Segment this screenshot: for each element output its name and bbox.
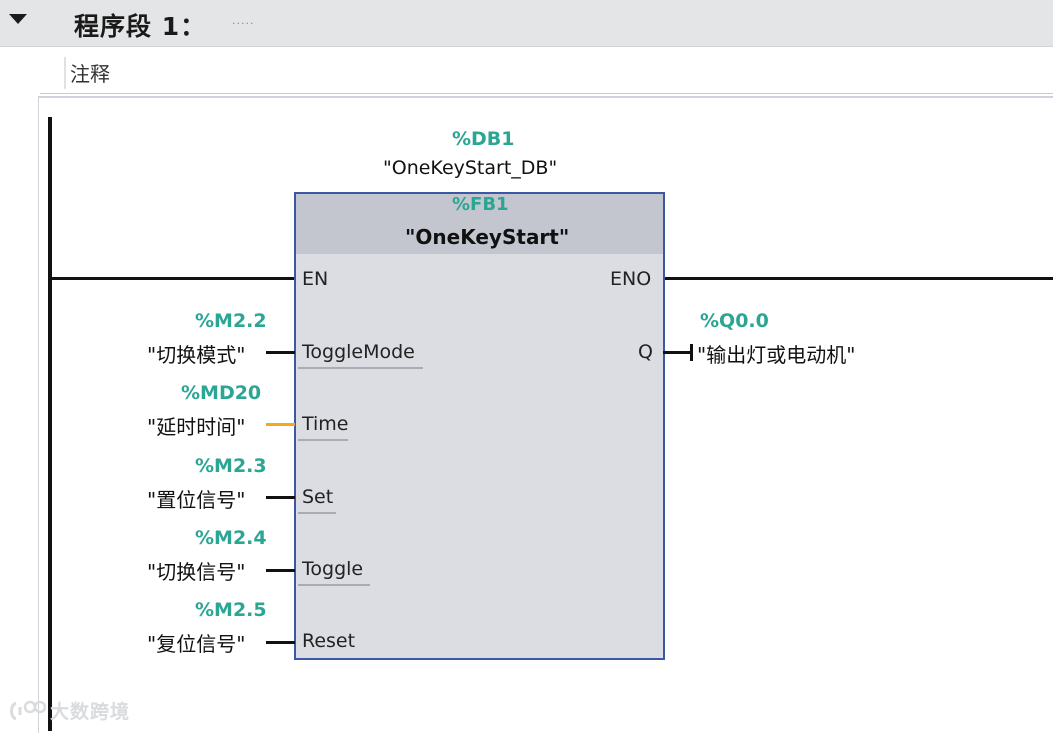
left-power-rail <box>48 117 52 731</box>
pin-set-underline <box>298 512 336 514</box>
pin-en[interactable]: EN <box>302 268 328 290</box>
network-comment-box[interactable] <box>40 53 1053 94</box>
comment-divider <box>64 57 66 89</box>
instance-db-address[interactable]: %DB1 <box>452 128 515 150</box>
input-symbol-set[interactable]: "置位信号" <box>147 484 245 513</box>
pin-eno[interactable]: ENO <box>610 268 651 290</box>
set-wire[interactable] <box>266 496 295 499</box>
input-address-reset[interactable]: %M2.5 <box>195 599 267 621</box>
output-symbol-q[interactable]: "输出灯或电动机" <box>697 339 855 368</box>
pin-reset[interactable]: Reset <box>302 630 355 652</box>
network-title: 程序段 1： <box>74 12 207 41</box>
watermark: 大数跨境 <box>8 697 130 724</box>
instance-db-name[interactable]: "OneKeyStart_DB" <box>383 157 557 179</box>
pin-toggle-underline <box>298 584 370 586</box>
collapse-triangle-icon[interactable] <box>9 14 27 24</box>
input-address-togglemode[interactable]: %M2.2 <box>195 310 267 332</box>
pin-time-underline <box>298 439 348 441</box>
network-title-field[interactable]: ..... <box>232 14 254 27</box>
input-symbol-toggle[interactable]: "切换信号" <box>147 556 245 585</box>
network-comment[interactable]: 注释 <box>70 58 110 87</box>
watermark-text: 大数跨境 <box>50 701 131 723</box>
pin-toggle[interactable]: Toggle <box>302 558 363 580</box>
fb-name: "OneKeyStart" <box>405 225 570 249</box>
toggle-wire[interactable] <box>266 569 295 572</box>
input-symbol-togglemode[interactable]: "切换模式" <box>147 339 245 368</box>
input-address-set[interactable]: %M2.3 <box>195 455 267 477</box>
pin-togglemode[interactable]: ToggleMode <box>302 341 415 363</box>
eno-wire[interactable] <box>663 277 1053 280</box>
input-address-toggle[interactable]: %M2.4 <box>195 527 267 549</box>
time-wire[interactable] <box>266 423 295 426</box>
pin-set[interactable]: Set <box>302 486 333 508</box>
pin-time[interactable]: Time <box>302 413 349 435</box>
input-symbol-time[interactable]: "延时时间" <box>147 411 245 440</box>
en-wire[interactable] <box>52 277 294 280</box>
pin-togglemode-underline <box>298 367 423 369</box>
input-address-time[interactable]: %MD20 <box>181 382 261 404</box>
input-symbol-reset[interactable]: "复位信号" <box>147 628 245 657</box>
fb-address: %FB1 <box>452 194 509 215</box>
q-wire-end <box>690 344 693 361</box>
watermark-logo-icon <box>10 700 46 720</box>
reset-wire[interactable] <box>266 641 295 644</box>
pin-q[interactable]: Q <box>638 341 653 363</box>
togglemode-wire[interactable] <box>266 351 295 354</box>
output-address-q[interactable]: %Q0.0 <box>700 310 769 332</box>
function-block[interactable] <box>294 192 665 660</box>
q-wire[interactable] <box>663 351 693 354</box>
